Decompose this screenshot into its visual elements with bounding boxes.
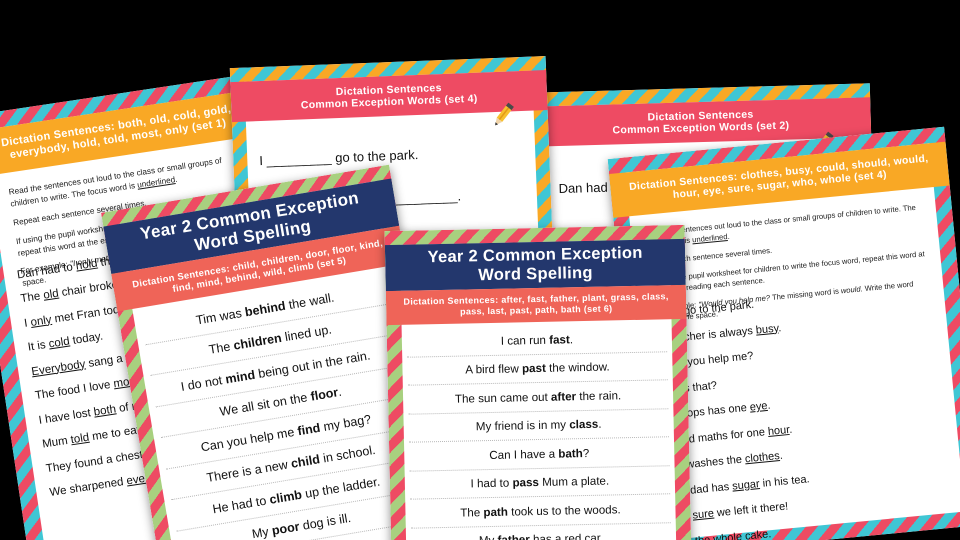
sentence-list-set6: I can run fast. A bird flew past the win… [387,323,692,540]
card-title-set6: Year 2 Common Exception Word Spelling [384,238,686,292]
preview-canvas: Dictation Sentences: both, old, cold, go… [0,0,960,540]
card-band-set6: Dictation Sentences: after, fast, father… [385,284,687,326]
pencil-icon [495,102,514,126]
worksheet-card-set6[interactable]: Year 2 Common Exception Word Spelling Di… [384,224,692,540]
